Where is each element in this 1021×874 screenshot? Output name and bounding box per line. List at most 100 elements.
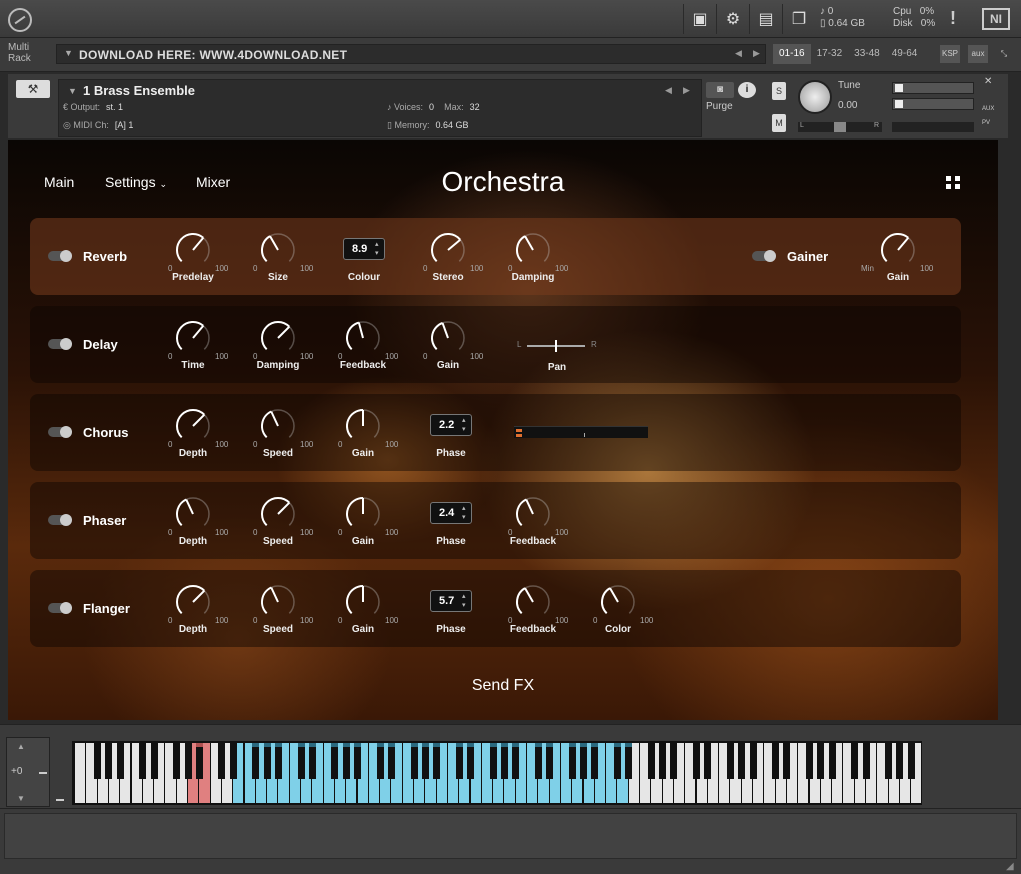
piano-key-black[interactable] [252,743,260,779]
piano-key-black[interactable] [613,743,621,779]
resize-handle-icon[interactable]: ◢ [1006,861,1014,872]
delay-gain-knob[interactable]: 0 100 Gain [413,314,483,374]
piano-key-black[interactable] [195,743,203,779]
piano-key-black[interactable] [670,743,678,779]
flanger-phase-stepper[interactable]: 5.7 Phase [428,578,474,638]
chorus-depth-knob[interactable]: 0 100 Depth [158,402,228,462]
piano-key-black[interactable] [342,743,350,779]
grid-icon[interactable] [946,176,962,190]
phaser-gain-knob[interactable]: 0 100 Gain [328,490,398,550]
pan-slider[interactable]: L R [798,122,882,132]
piano-key-black[interactable] [410,743,418,779]
piano-key-black[interactable] [772,743,780,779]
collapse-icon[interactable]: ⤡ [994,45,1014,63]
aux-label[interactable]: AUX [982,106,994,112]
piano-key-black[interactable] [907,743,915,779]
chorus-phase-value[interactable]: 2.2 [430,414,472,436]
reverb-predelay-knob[interactable]: 0 100 Predelay [158,226,228,286]
tab-17-32[interactable]: 17-32 [811,44,849,64]
piano-key-black[interactable] [851,743,859,779]
piano-key-black[interactable] [354,743,361,779]
tune-knob[interactable] [798,80,832,114]
piano-key-black[interactable] [500,743,508,779]
prev-instrument-icon[interactable]: ◀ [665,85,672,96]
delay-feedback-knob[interactable]: 0 100 Feedback [328,314,398,374]
next-arrow-icon[interactable]: ▶ [753,48,760,59]
midi-channel-row[interactable]: ◎ MIDI Ch: [A] 1 [63,120,133,131]
delay-toggle[interactable] [48,338,72,350]
chorus-phase-stepper[interactable]: 2.2 Phase [428,402,474,462]
phaser-phase-value[interactable]: 2.4 [430,502,472,524]
flanger-color-knob[interactable]: 0 100 Color [583,578,653,638]
delay-damping-knob[interactable]: 0 100 Damping [243,314,313,374]
piano-key-black[interactable] [512,743,520,779]
piano-key-black[interactable] [489,743,497,779]
phaser-depth-knob[interactable]: 0 100 Depth [158,490,228,550]
delay-pan-slider[interactable]: L R Pan [517,328,597,378]
warning-icon[interactable]: ! [950,8,956,29]
delay-time-knob[interactable]: 0 100 Time [158,314,228,374]
reverb-colour-value[interactable]: 8.9 [343,238,385,260]
info-icon[interactable]: i [738,82,756,98]
max-voices-value[interactable]: 32 [470,102,480,112]
flanger-toggle[interactable] [48,602,72,614]
gainer-toggle[interactable] [752,250,776,262]
prev-arrow-icon[interactable]: ◀ [735,48,742,59]
phaser-phase-stepper[interactable]: 2.4 Phase [428,490,474,550]
piano-key-black[interactable] [94,743,102,779]
piano-key-black[interactable] [659,743,667,779]
piano-key-black[interactable] [297,743,305,779]
flanger-depth-knob[interactable]: 0 100 Depth [158,578,228,638]
solo-button[interactable]: S [772,82,786,100]
volume-slider[interactable] [892,122,974,132]
piano-key-black[interactable] [376,743,384,779]
piano-key-black[interactable] [105,743,113,779]
wrench-icon[interactable]: ⚒ [16,80,50,98]
piano-key-black[interactable] [749,743,757,779]
piano-key-black[interactable] [546,743,554,779]
piano-key-black[interactable] [308,743,316,779]
piano-key-black[interactable] [534,743,542,779]
flanger-speed-knob[interactable]: 0 100 Speed [243,578,313,638]
piano-key-black[interactable] [625,743,633,779]
tab-49-64[interactable]: 49-64 [886,44,924,64]
piano-key-black[interactable] [467,743,474,779]
piano-key-black[interactable] [263,743,271,779]
flanger-phase-value[interactable]: 5.7 [430,590,472,612]
piano-key-black[interactable] [817,743,825,779]
kontakt-logo[interactable] [8,8,32,32]
piano-key-black[interactable] [218,743,226,779]
reverb-damping-knob[interactable]: 0 100 Damping [498,226,568,286]
reverb-stereo-knob[interactable]: 0 100 Stereo [413,226,483,286]
piano-key-black[interactable] [738,743,746,779]
next-instrument-icon[interactable]: ▶ [683,85,690,96]
phaser-feedback-knob[interactable]: 0 100 Feedback [498,490,568,550]
gear-icon[interactable]: ⚙ [716,4,749,34]
piano-key-black[interactable] [433,743,441,779]
purge-menu[interactable]: Purge [706,101,733,112]
aux-button[interactable]: aux [968,45,988,63]
window-icon[interactable]: ❐ [782,4,815,34]
chorus-gain-knob[interactable]: 0 100 Gain [328,402,398,462]
layout-icon[interactable]: ▤ [749,4,782,34]
piano-key-black[interactable] [274,743,282,779]
flanger-feedback-knob[interactable]: 0 100 Feedback [498,578,568,638]
tune-value[interactable]: 0.00 [838,100,857,111]
piano-key-black[interactable] [726,743,734,779]
chorus-speed-knob[interactable]: 0 100 Speed [243,402,313,462]
piano-key-black[interactable] [647,743,655,779]
piano-key-black[interactable] [580,743,587,779]
piano-key-black[interactable] [862,743,870,779]
minimize-icon[interactable] [56,799,64,801]
pitch-wheel-icon[interactable] [39,772,47,774]
tab-33-48[interactable]: 33-48 [848,44,886,64]
piano-key-black[interactable] [896,743,904,779]
chorus-toggle[interactable] [48,426,72,438]
mute-button[interactable]: M [772,114,786,132]
piano-key-black[interactable] [139,743,147,779]
reverb-size-knob[interactable]: 0 100 Size [243,226,313,286]
piano-key-black[interactable] [229,743,237,779]
piano-key-white[interactable] [75,743,86,803]
multi-preset-field[interactable]: ▼ DOWNLOAD HERE: WWW.4DOWNLOAD.NET ◀ ▶ [56,44,766,64]
ksp-button[interactable]: KSP [940,45,960,63]
